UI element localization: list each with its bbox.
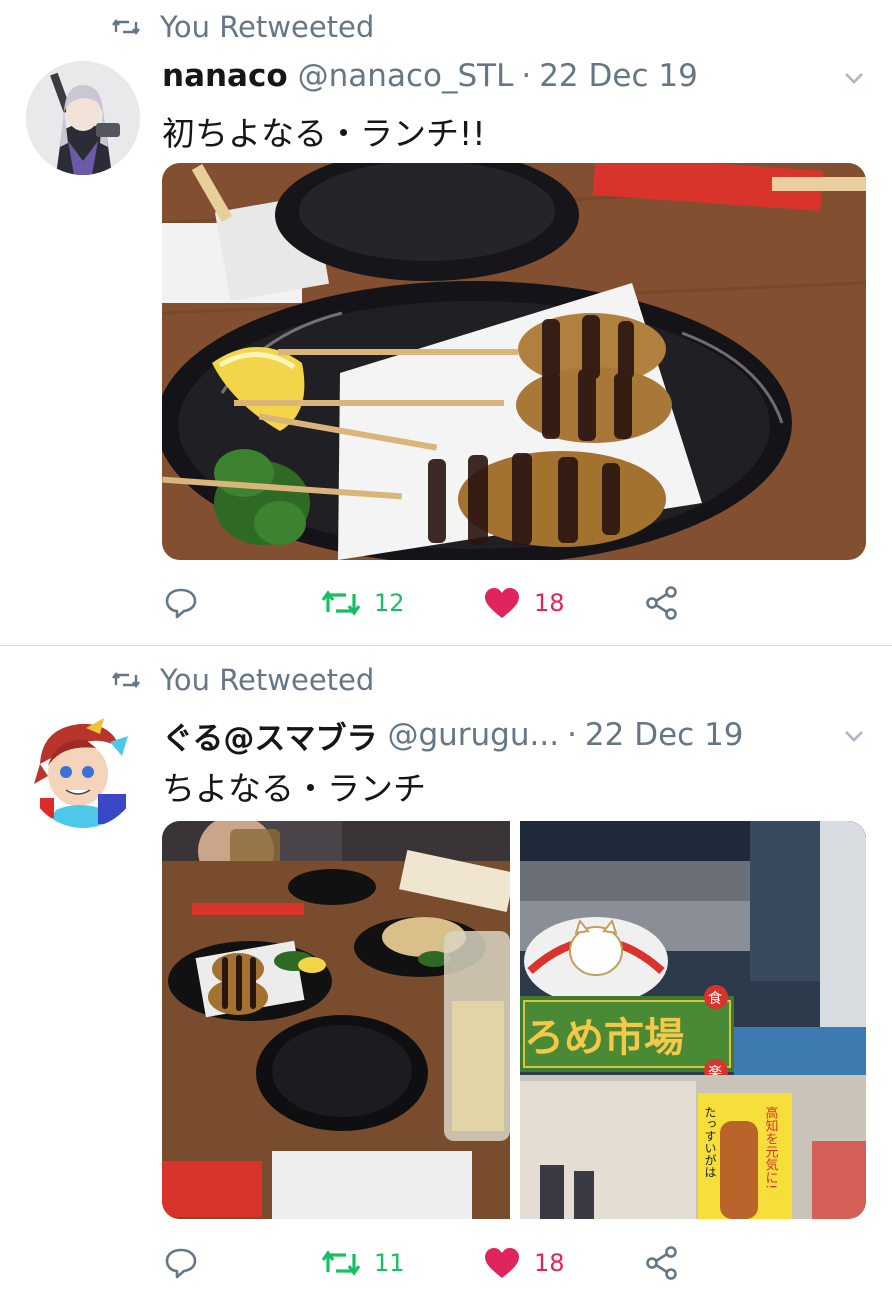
chevron-down-icon[interactable] <box>842 724 866 748</box>
retweet-context: You Retweeted <box>112 663 374 697</box>
tweet[interactable]: You Retweeted nanaco @nanaco_STL · 22 De… <box>0 0 892 645</box>
like-button[interactable]: 18 <box>484 1243 565 1283</box>
tweet-photo[interactable] <box>162 821 510 1219</box>
tweet-actions: 12 18 <box>162 583 722 623</box>
reply-button[interactable] <box>164 583 198 623</box>
retweet-icon <box>322 1250 360 1276</box>
share-icon <box>646 586 677 620</box>
banner-text-2: たっすいがは <box>703 1106 717 1178</box>
share-button[interactable] <box>644 583 680 623</box>
heart-icon <box>485 588 519 618</box>
retweet-context-label: You Retweeted <box>160 10 375 44</box>
market-sign-text: ろめ市場 <box>524 1015 684 1061</box>
retweet-icon <box>112 19 140 35</box>
like-count: 18 <box>534 1249 565 1277</box>
tweet-photo[interactable]: ろめ市場 食 楽 高知を元気に! たっすいがは <box>520 821 866 1219</box>
user-handle[interactable]: @nanaco_STL <box>298 58 514 94</box>
tweet[interactable]: You Retweeted ぐる@スマブラ @gurugu... · 22 De… <box>0 646 892 1296</box>
retweet-context: You Retweeted <box>112 10 374 44</box>
retweet-icon <box>112 672 140 688</box>
like-count: 18 <box>534 589 565 617</box>
user-handle[interactable]: @gurugu... <box>387 717 559 753</box>
reply-icon <box>165 588 197 619</box>
tweet-header: nanaco @nanaco_STL · 22 Dec 19 <box>162 55 698 97</box>
share-icon <box>646 1246 677 1280</box>
separator-dot: · <box>521 58 532 94</box>
avatar[interactable] <box>26 61 140 175</box>
display-name[interactable]: nanaco <box>162 58 288 94</box>
photo-kushikatsu <box>162 163 866 560</box>
banner-text-1: 高知を元気に! <box>763 1105 779 1189</box>
tweet-text: ちよなる・ランチ <box>162 769 426 808</box>
tweet-date[interactable]: 22 Dec 19 <box>585 717 744 753</box>
tweet-date[interactable]: 22 Dec 19 <box>539 58 698 94</box>
separator-dot: · <box>567 717 577 753</box>
retweet-count: 11 <box>374 1249 405 1277</box>
reply-icon <box>165 1248 197 1279</box>
like-button[interactable]: 18 <box>484 583 565 623</box>
reply-button[interactable] <box>164 1243 198 1283</box>
tweet-photo-grid: ろめ市場 食 楽 高知を元気に! たっすいがは <box>162 821 866 1219</box>
photo-market-sign: ろめ市場 食 楽 高知を元気に! たっすいがは <box>520 821 866 1219</box>
heart-icon <box>485 1248 519 1278</box>
market-sign-small-1: 食 <box>708 990 722 1007</box>
chevron-down-icon[interactable] <box>842 66 866 90</box>
retweet-count: 12 <box>374 589 405 617</box>
tweet-text: 初ちよなる・ランチ!! <box>162 114 486 153</box>
display-name[interactable]: ぐる@スマブラ <box>162 713 377 758</box>
retweet-button[interactable]: 12 <box>322 583 405 623</box>
retweet-button[interactable]: 11 <box>322 1243 405 1283</box>
retweet-icon <box>322 590 360 616</box>
share-button[interactable] <box>644 1243 680 1283</box>
retweet-context-label: You Retweeted <box>160 663 375 697</box>
tweet-actions: 11 18 <box>162 1243 722 1283</box>
tweet-photo[interactable] <box>162 163 866 560</box>
avatar[interactable] <box>26 714 140 828</box>
photo-restaurant-table <box>162 821 510 1219</box>
tweet-header: ぐる@スマブラ @gurugu... · 22 Dec 19 <box>162 713 744 758</box>
